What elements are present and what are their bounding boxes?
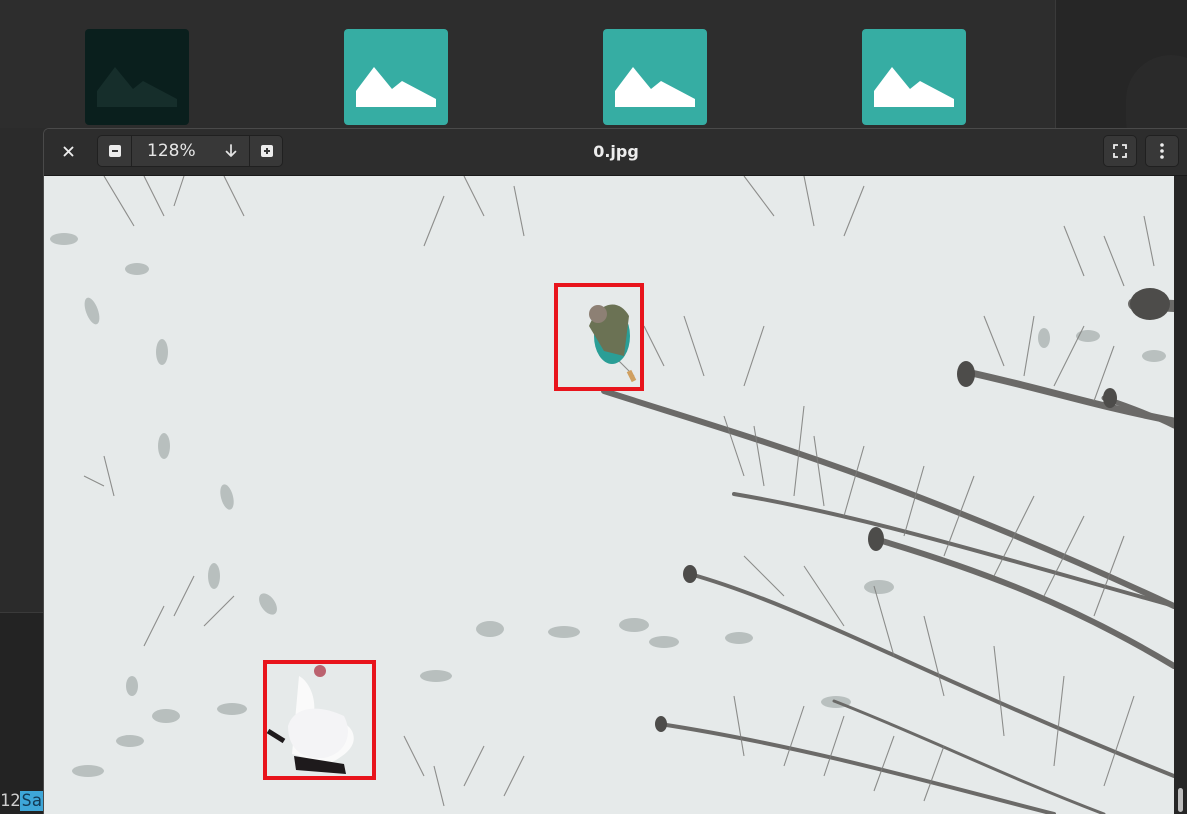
- snow-scene-photo: [44, 176, 1174, 814]
- zoom-level-dropdown[interactable]: 128%: [132, 136, 250, 166]
- gallery-thumbnail-3[interactable]: [603, 29, 707, 125]
- gallery-thumbnail-strip: [0, 0, 1055, 128]
- zoom-in-button[interactable]: [250, 136, 283, 166]
- more-vertical-icon: [1160, 143, 1164, 159]
- zoom-in-icon: [260, 145, 273, 157]
- image-placeholder-icon: [874, 67, 954, 107]
- image-canvas[interactable]: [44, 176, 1174, 814]
- zoom-control: 128%: [97, 135, 283, 167]
- scrollbar-thumb[interactable]: [1178, 788, 1183, 812]
- close-icon: [63, 146, 73, 156]
- gallery-thumbnail-1[interactable]: [85, 29, 189, 125]
- vertical-scrollbar[interactable]: [1174, 176, 1187, 814]
- image-viewer-window: 128% 0.jpg: [43, 128, 1187, 814]
- terminal-number: 12: [0, 790, 21, 811]
- fullscreen-icon: [1113, 144, 1127, 158]
- viewer-header-bar: 128% 0.jpg: [44, 129, 1187, 176]
- image-placeholder-icon: [97, 67, 177, 107]
- gallery-thumbnail-4[interactable]: [862, 29, 966, 125]
- fullscreen-button[interactable]: [1103, 135, 1137, 167]
- image-placeholder-icon: [356, 67, 436, 107]
- image-placeholder-icon: [615, 67, 695, 107]
- zoom-level-value: 128%: [147, 141, 196, 161]
- zoom-out-icon: [108, 145, 121, 157]
- gallery-thumbnail-2[interactable]: [344, 29, 448, 125]
- close-button[interactable]: [54, 137, 82, 165]
- menu-button[interactable]: [1145, 135, 1179, 167]
- zoom-out-button[interactable]: [98, 136, 131, 166]
- arrow-down-icon: [225, 144, 237, 157]
- background-terminal-panel: [0, 612, 44, 814]
